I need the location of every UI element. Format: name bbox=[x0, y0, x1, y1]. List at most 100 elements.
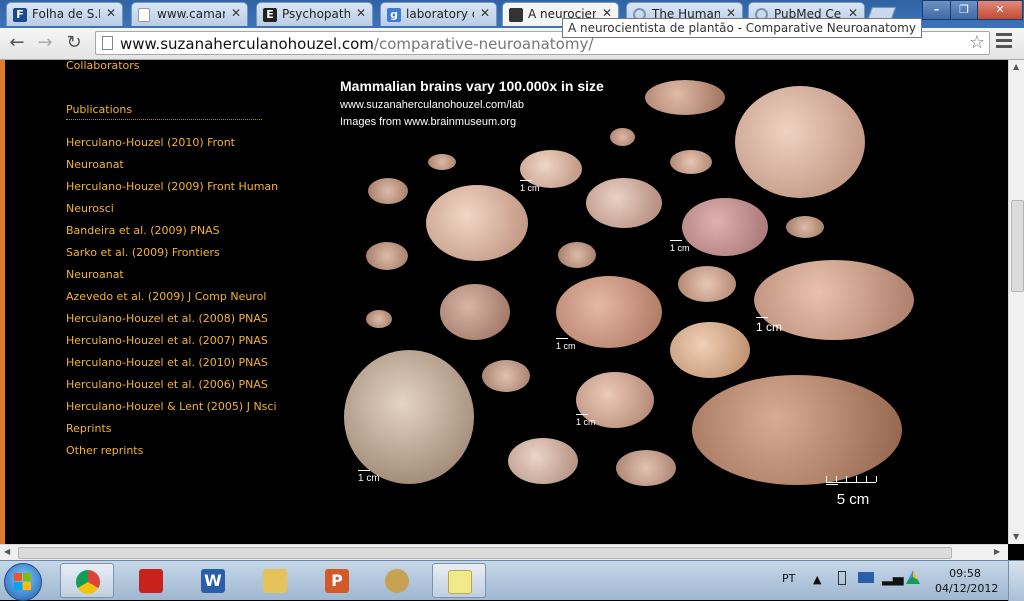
sidebar-link[interactable]: Neurosci bbox=[66, 202, 114, 215]
sidebar-link[interactable]: Herculano-Houzel et al. (2007) PNAS bbox=[66, 334, 268, 347]
brain-image bbox=[482, 360, 530, 392]
mail-icon[interactable] bbox=[858, 572, 874, 583]
forward-button[interactable]: → bbox=[34, 32, 56, 54]
drive-icon[interactable] bbox=[906, 570, 920, 584]
scale-label: 1 cm bbox=[670, 240, 690, 253]
scale-label: 1 cm bbox=[520, 180, 540, 193]
show-hidden-icons-icon[interactable]: ▲ bbox=[813, 573, 821, 586]
scroll-up-icon[interactable]: ▲ bbox=[1013, 62, 1019, 71]
accent-bar bbox=[0, 60, 5, 544]
vertical-scrollbar[interactable]: ▲ ▼ bbox=[1008, 60, 1024, 544]
show-desktop-button[interactable] bbox=[1008, 561, 1024, 601]
taskbar-chrome[interactable] bbox=[60, 563, 114, 598]
taskbar-powerpoint[interactable]: P bbox=[310, 563, 364, 598]
page-icon bbox=[138, 8, 150, 22]
chrome-icon bbox=[76, 570, 100, 594]
url-path: /comparative-neuroanatomy/ bbox=[373, 35, 594, 53]
reload-button[interactable]: ↻ bbox=[63, 32, 85, 54]
close-icon[interactable]: ✕ bbox=[480, 6, 490, 20]
menu-icon[interactable] bbox=[996, 33, 1012, 51]
tab-laboratory[interactable]: g laboratory o ✕ bbox=[380, 2, 497, 26]
brain-image bbox=[645, 80, 725, 115]
word-icon: W bbox=[201, 569, 225, 593]
sidebar-link[interactable]: Herculano-Houzel et al. (2006) PNAS bbox=[66, 378, 268, 391]
language-indicator[interactable]: PT bbox=[782, 572, 795, 585]
tab-tooltip: A neurocientista de plantão - Comparativ… bbox=[562, 18, 922, 38]
scale-tick bbox=[846, 476, 847, 482]
pdf-icon bbox=[139, 569, 163, 593]
brain-image bbox=[428, 154, 456, 170]
sidebar-link[interactable]: Sarko et al. (2009) Frontiers bbox=[66, 246, 220, 259]
figure-title: Mammalian brains vary 100.000x in size bbox=[340, 78, 604, 94]
minimize-button[interactable]: – bbox=[922, 0, 951, 20]
sidebar-link[interactable]: Neuroanat bbox=[66, 268, 124, 281]
taskbar-media[interactable] bbox=[370, 563, 424, 598]
tab-label: Folha de S.P bbox=[32, 7, 100, 21]
clock-time: 09:58 bbox=[949, 567, 981, 580]
sidebar-link[interactable]: Bandeira et al. (2009) PNAS bbox=[66, 224, 220, 237]
brain-image bbox=[344, 350, 474, 484]
close-icon[interactable]: ✕ bbox=[106, 6, 116, 20]
network-icon[interactable]: ▂▄ bbox=[882, 570, 904, 586]
tab-camara[interactable]: www.camar ✕ bbox=[131, 2, 248, 26]
scroll-down-icon[interactable]: ▼ bbox=[1013, 532, 1019, 541]
scale-label-5cm: 5 cm bbox=[836, 491, 870, 508]
brain-image bbox=[366, 310, 392, 328]
sidebar-link[interactable]: Herculano-Houzel & Lent (2005) J Nsci bbox=[66, 400, 277, 413]
brain-image bbox=[692, 375, 902, 485]
clock-date: 04/12/2012 bbox=[935, 582, 999, 595]
scale-tick bbox=[876, 476, 877, 482]
sidebar-link-collaborators[interactable]: Collaborators bbox=[66, 60, 140, 72]
sidebar-link[interactable]: Azevedo et al. (2009) J Comp Neurol bbox=[66, 290, 266, 303]
brain-image bbox=[440, 284, 510, 340]
sidebar-link[interactable]: Herculano-Houzel et al. (2008) PNAS bbox=[66, 312, 268, 325]
brain-image bbox=[508, 438, 578, 484]
powerpoint-icon: P bbox=[325, 569, 349, 593]
scroll-left-icon[interactable]: ◀ bbox=[4, 547, 10, 556]
horizontal-scrollbar[interactable]: ◀ ▶ bbox=[0, 544, 1008, 560]
taskbar-acrobat[interactable] bbox=[124, 563, 178, 598]
sidebar-link[interactable]: Other reprints bbox=[66, 444, 143, 457]
google-icon: g bbox=[387, 8, 401, 22]
close-window-button[interactable]: ✕ bbox=[977, 0, 1023, 20]
battery-icon[interactable] bbox=[838, 571, 846, 585]
page-icon bbox=[102, 36, 113, 50]
e-icon: E bbox=[263, 8, 277, 22]
taskbar-word[interactable]: W bbox=[186, 563, 240, 598]
brain-image bbox=[558, 242, 596, 268]
bookmark-star-icon[interactable]: ☆ bbox=[969, 32, 985, 53]
close-icon[interactable]: ✕ bbox=[231, 6, 241, 20]
scale-label: 1 cm bbox=[756, 317, 782, 334]
sidebar-link[interactable]: Herculano-Houzel (2009) Front Human bbox=[66, 180, 278, 193]
taskbar-explorer[interactable] bbox=[248, 563, 302, 598]
scale-tick bbox=[836, 476, 837, 482]
brain-image bbox=[682, 198, 768, 256]
folha-icon: F bbox=[13, 8, 27, 22]
horizontal-scroll-thumb[interactable] bbox=[18, 547, 952, 559]
brain-image bbox=[366, 242, 408, 270]
vertical-scroll-thumb[interactable] bbox=[1011, 200, 1024, 292]
brain-image bbox=[786, 216, 824, 238]
divider bbox=[66, 119, 262, 120]
maximize-button[interactable]: ❐ bbox=[950, 0, 978, 20]
start-button[interactable] bbox=[4, 563, 42, 601]
publications-heading: Publications bbox=[66, 103, 133, 116]
sidebar-link[interactable]: Reprints bbox=[66, 422, 112, 435]
sidebar-link[interactable]: Herculano-Houzel et al. (2010) PNAS bbox=[66, 356, 268, 369]
url-text[interactable]: www.suzanaherculanohouzel.com/comparativ… bbox=[120, 35, 593, 53]
scale-label: 1 cm bbox=[556, 338, 576, 351]
sidebar-link[interactable]: Neuroanat bbox=[66, 158, 124, 171]
tab-label: laboratory o bbox=[406, 7, 474, 21]
system-clock[interactable]: 09:58 04/12/2012 bbox=[935, 566, 999, 596]
figure-credit: Images from www.brainmuseum.org bbox=[340, 116, 517, 128]
close-icon[interactable]: ✕ bbox=[356, 6, 366, 20]
scroll-right-icon[interactable]: ▶ bbox=[994, 547, 1000, 556]
back-button[interactable]: ← bbox=[6, 32, 28, 54]
brain-image bbox=[586, 178, 662, 228]
tab-folha[interactable]: F Folha de S.P ✕ bbox=[6, 2, 123, 26]
scale-tick bbox=[866, 476, 867, 482]
sidebar-link[interactable]: Herculano-Houzel (2010) Front bbox=[66, 136, 235, 149]
taskbar-sticky-notes[interactable] bbox=[432, 563, 486, 598]
tab-psychopaths[interactable]: E Psychopaths ✕ bbox=[256, 2, 373, 26]
brain-image bbox=[368, 178, 408, 204]
